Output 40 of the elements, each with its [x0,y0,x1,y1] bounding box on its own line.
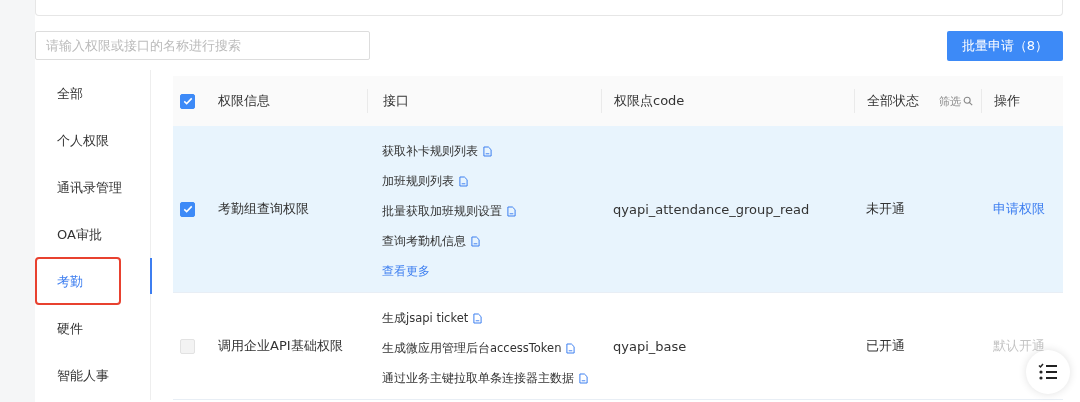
column-header: 权限点code [614,92,685,110]
sidebar-item[interactable]: 智能人事 [35,352,150,399]
sidebar-item[interactable]: OA审批 [35,211,150,258]
permission-code: qyapi_attendance_group_read [613,201,810,217]
search-field[interactable]: 请输入权限或接口的名称进行搜索 [35,31,370,60]
table-row[interactable]: 考勤组查询权限 获取补卡规则列表 加班规则列表 批量获取加班规则设置 查询考勤机信息 查看更多 qyapi_attendance_group_read 未开通 申请权限 [173,126,1063,293]
api-name: 获取补卡规则列表 [382,143,478,159]
document-icon[interactable] [483,145,492,157]
column-header: 全部状态 [867,92,919,110]
api-name: 通过业务主键拉取单条连接器主数据 [382,370,574,386]
permission-name: 调用企业API基础权限 [218,337,343,355]
checklist-button[interactable] [1026,350,1070,394]
checklist-icon [1038,363,1058,381]
column-header: 操作 [994,92,1020,110]
permission-code: qyapi_base [613,338,687,354]
document-icon[interactable] [459,175,468,187]
view-more-link[interactable]: 查看更多 [382,256,430,286]
column-header: 接口 [383,92,409,110]
api-name: 生成微应用管理后台accessToken [382,340,562,356]
active-indicator [150,258,152,294]
column-header: 权限信息 [218,92,270,110]
status-text: 已开通 [866,337,905,355]
permission-name: 考勤组查询权限 [218,200,309,218]
sidebar-item[interactable]: 通讯录管理 [35,164,150,211]
select-all-checkbox[interactable] [180,93,195,109]
sidebar-item[interactable]: 个人权限 [35,117,150,164]
api-name: 查询考勤机信息 [382,233,466,249]
sidebar-item[interactable]: 考勤 [35,258,150,305]
document-icon[interactable] [471,235,480,247]
sidebar-item[interactable]: 全部 [35,70,150,117]
api-name: 加班规则列表 [382,173,454,189]
row-checkbox[interactable] [180,201,195,217]
search-icon [963,96,973,106]
filter-button[interactable]: 筛选 [939,93,973,109]
document-icon[interactable] [507,205,516,217]
action-link[interactable]: 申请权限 [993,200,1045,218]
status-text: 未开通 [866,200,905,218]
api-name: 批量获取加班规则设置 [382,203,502,219]
api-name: 生成jsapi ticket [382,310,469,326]
sidebar-item[interactable]: 硬件 [35,305,150,352]
